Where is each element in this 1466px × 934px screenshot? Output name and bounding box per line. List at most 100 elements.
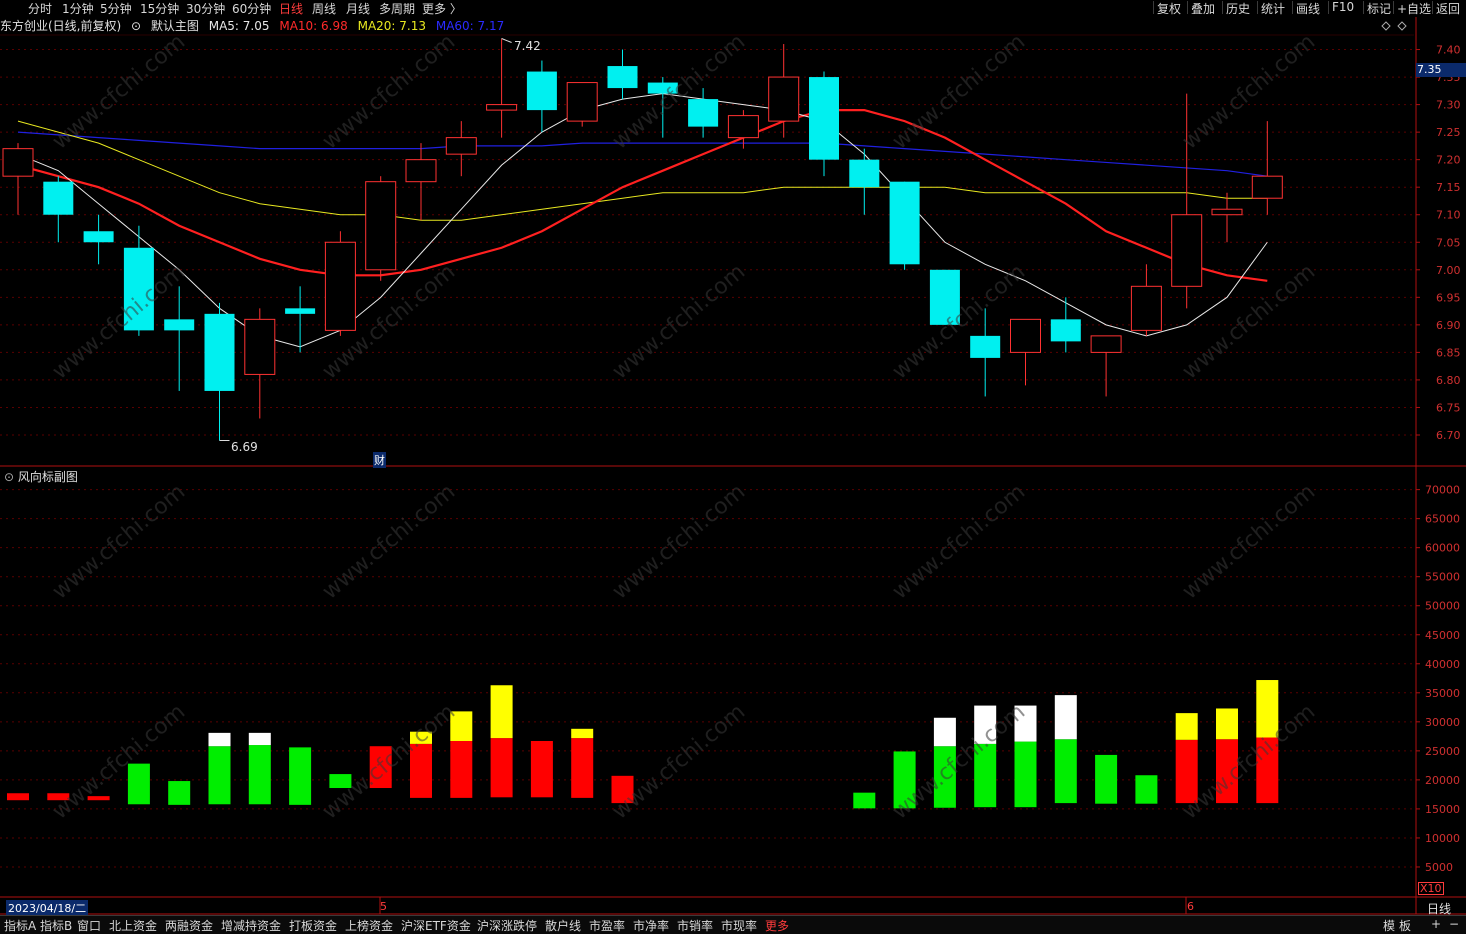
sub-chart-header[interactable]: ⊙ 风向标副图 <box>4 468 78 485</box>
price-tick-label: 6.85 <box>1436 346 1461 359</box>
volume-bar <box>1095 754 1118 804</box>
indicator-tab-3[interactable]: 北上资金 <box>109 917 157 934</box>
volume-tick-label: 65000 <box>1425 513 1460 526</box>
price-tick-label: 7.25 <box>1436 126 1461 139</box>
indicator-tab-2[interactable]: 窗口 <box>77 917 101 934</box>
indicator-tab-bar: 指标A 指标B 窗口 北上资金 两融资金 增减持资金 打板资金 上榜资金 沪深ETF资金 沪深涨跌… <box>0 915 1466 934</box>
scale-label[interactable]: X10 <box>1418 882 1444 895</box>
volume-bar <box>1135 775 1158 804</box>
watermark-text: www.cfchi.com <box>1178 29 1320 154</box>
price-tick-label: 7.40 <box>1436 44 1461 57</box>
volume-tick-label: 5000 <box>1425 861 1453 874</box>
start-date-label: 2023/04/18/二 <box>6 900 89 916</box>
candle-body-down <box>204 313 235 391</box>
volume-tick-label: 55000 <box>1425 571 1460 584</box>
bottom-control-0[interactable]: 模 <box>1383 917 1395 934</box>
settings-icon[interactable]: ⊙ <box>4 470 14 484</box>
price-tick-label: 6.80 <box>1436 374 1461 387</box>
volume-tick-label: 45000 <box>1425 629 1460 642</box>
candle-body-down <box>889 181 920 265</box>
watermark-text: www.cfchi.com <box>1178 699 1320 824</box>
candle-body-up <box>727 115 759 139</box>
volume-bar <box>168 781 191 805</box>
volume-tick-label: 20000 <box>1425 774 1460 787</box>
bottom-control-1[interactable]: 板 <box>1399 917 1411 934</box>
price-tick-label: 6.95 <box>1436 291 1461 304</box>
price-tick-label: 7.15 <box>1436 181 1461 194</box>
price-tick-label: 7.05 <box>1436 236 1461 249</box>
volume-tick-label: 50000 <box>1425 600 1460 613</box>
indicator-tab-10[interactable]: 散户线 <box>545 917 581 934</box>
indicator-tab-9[interactable]: 沪深涨跌停 <box>477 917 537 934</box>
indicator-tab-7[interactable]: 上榜资金 <box>345 917 393 934</box>
volume-bar <box>289 747 312 805</box>
watermark-text: www.cfchi.com <box>318 29 460 154</box>
candle-body-down <box>285 308 316 314</box>
watermark-text: www.cfchi.com <box>48 29 190 154</box>
watermark-text: www.cfchi.com <box>888 29 1030 154</box>
finance-event-marker[interactable]: 财 <box>373 452 386 468</box>
indicator-tab-5[interactable]: 增减持资金 <box>221 917 281 934</box>
candle-body-down <box>43 181 74 215</box>
watermark-text: www.cfchi.com <box>318 479 460 604</box>
indicator-tab-15[interactable]: 更多 <box>765 917 789 934</box>
candle-body-up <box>486 104 518 111</box>
candle-body-down <box>688 99 719 127</box>
month-label-may: 5 <box>380 900 387 913</box>
candle-body-down <box>809 77 839 160</box>
watermark-text: www.cfchi.com <box>608 479 750 604</box>
candle-body-up <box>1211 208 1243 216</box>
diamond-icon <box>1397 21 1407 31</box>
candle-body-up <box>244 318 276 375</box>
bottom-control-2[interactable]: + <box>1431 917 1441 931</box>
price-tick-label: 6.70 <box>1436 429 1461 442</box>
indicator-tab-12[interactable]: 市净率 <box>633 917 669 934</box>
volume-bar-cap <box>1175 713 1198 740</box>
candle-body-up <box>2 148 34 177</box>
volume-bar <box>248 745 271 805</box>
diamond-icon <box>1381 21 1391 31</box>
price-tick-label: 6.90 <box>1436 319 1461 332</box>
volume-bar-cap <box>248 732 271 746</box>
kline-chart[interactable]: 7.40 7.35 7.30 7.25 7.20 7.15 7.10 7.05 7.00 6.95… <box>0 0 1466 933</box>
volume-bar <box>853 792 876 809</box>
bottom-control-3[interactable]: − <box>1449 917 1459 931</box>
volume-bar-cap <box>933 717 956 747</box>
indicator-tab-1[interactable]: 指标B <box>40 917 72 934</box>
indicator-tab-6[interactable]: 打板资金 <box>289 917 337 934</box>
candle-body-up <box>1130 285 1162 331</box>
candle-body-down <box>970 335 1001 358</box>
indicator-tab-11[interactable]: 市盈率 <box>589 917 625 934</box>
volume-tick-label: 15000 <box>1425 803 1460 816</box>
indicator-tab-13[interactable]: 市销率 <box>677 917 713 934</box>
volume-bar <box>208 746 231 805</box>
volume-bar <box>571 738 594 798</box>
candle-body-down <box>526 71 557 111</box>
candle-body-up <box>1171 214 1203 287</box>
candle-body-up <box>566 82 598 122</box>
watermark-text: www.cfchi.com <box>48 699 190 824</box>
indicator-tab-0[interactable]: 指标A <box>4 917 36 934</box>
volume-tick-label: 60000 <box>1425 542 1460 555</box>
indicator-tab-4[interactable]: 两融资金 <box>165 917 213 934</box>
volume-tick-label: 25000 <box>1425 745 1460 758</box>
volume-tick-label: 35000 <box>1425 687 1460 700</box>
candle-body-up <box>405 159 437 183</box>
high-price-label: 7.42 <box>514 39 541 53</box>
price-tick-label: 7.00 <box>1436 264 1461 277</box>
watermark-text: www.cfchi.com <box>608 699 750 824</box>
candle-body-up <box>324 241 356 331</box>
volume-bar <box>7 793 29 801</box>
price-tick-label: 7.10 <box>1436 209 1461 222</box>
high-leader <box>501 38 512 43</box>
candle-body-down <box>607 66 638 89</box>
month-label-june: 6 <box>1187 900 1194 913</box>
volume-bar-cap <box>571 728 594 739</box>
sub-chart-title: 风向标副图 <box>17 470 78 484</box>
current-price-tag: 7.35 <box>1416 63 1466 77</box>
indicator-tab-8[interactable]: 沪深ETF资金 <box>401 917 471 934</box>
volume-bar <box>127 763 150 805</box>
candle-body-up <box>1090 335 1122 353</box>
price-tick-label: 7.20 <box>1436 154 1461 167</box>
indicator-tab-14[interactable]: 市现率 <box>721 917 757 934</box>
